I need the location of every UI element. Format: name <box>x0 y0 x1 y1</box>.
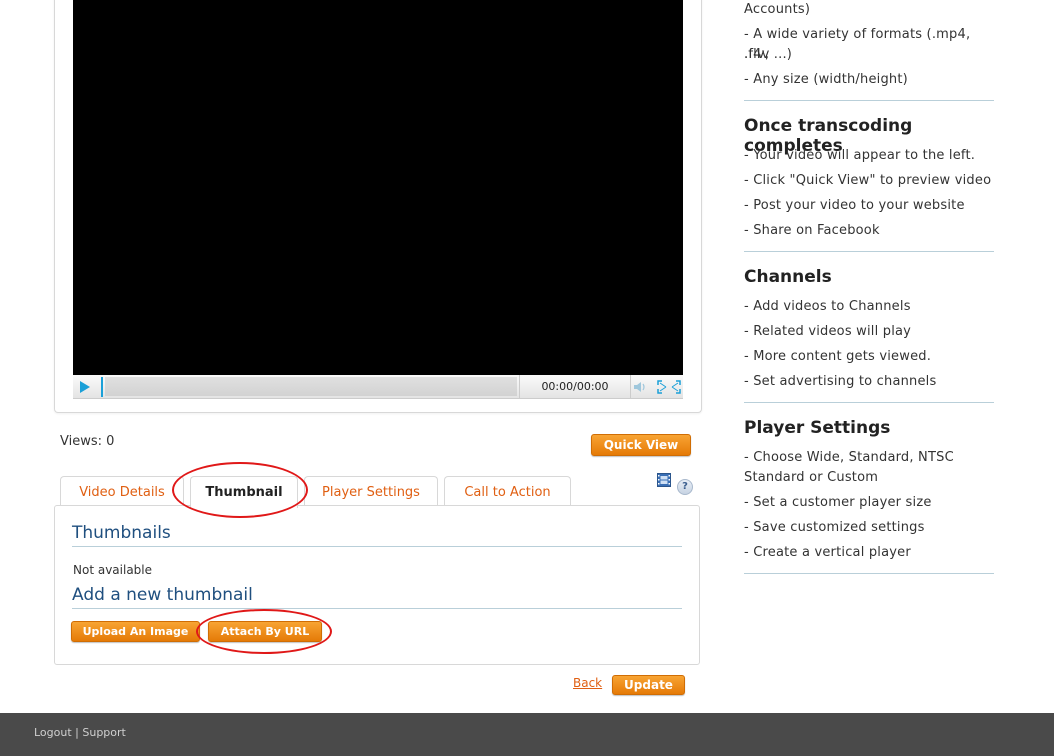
sidebar-text: - Set advertising to channels <box>744 374 937 389</box>
tab-video-details[interactable]: Video Details <box>60 476 184 507</box>
divider <box>744 251 994 252</box>
sidebar-text: - More content gets viewed. <box>744 349 932 364</box>
film-icon[interactable] <box>657 473 671 487</box>
view-count: Views: 0 <box>60 434 115 449</box>
sidebar-text: - Share on Facebook <box>744 223 880 238</box>
add-thumbnail-heading: Add a new thumbnail <box>72 585 682 609</box>
sidebar-text: - Related videos will play <box>744 324 912 339</box>
volume-icon[interactable] <box>633 380 647 394</box>
quick-view-button[interactable]: Quick View <box>591 434 691 456</box>
player-controls: 00:00/00:00 <box>73 375 683 399</box>
tab-player-settings[interactable]: Player Settings <box>304 476 438 507</box>
help-icon[interactable]: ? <box>677 479 693 495</box>
play-icon[interactable] <box>80 381 90 393</box>
sidebar-text: Standard or Custom <box>744 470 879 485</box>
tab-call-to-action[interactable]: Call to Action <box>444 476 571 507</box>
support-link[interactable]: Support <box>82 726 125 739</box>
sidebar-text: - Any size (width/height) <box>744 72 908 87</box>
playhead[interactable] <box>101 377 103 397</box>
video-screen[interactable] <box>73 0 683 375</box>
sidebar-text: - Post your video to your website <box>744 198 965 213</box>
divider <box>744 402 994 403</box>
upload-image-button[interactable]: Upload An Image <box>71 621 200 642</box>
footer-links: Logout | Support <box>34 726 126 739</box>
sidebar-text: - Create a vertical player <box>744 545 911 560</box>
attach-by-url-button[interactable]: Attach By URL <box>208 621 322 642</box>
sidebar-text: - Choose Wide, Standard, NTSC <box>744 450 954 465</box>
thumbnail-status: Not available <box>73 563 153 577</box>
footer-separator: | <box>71 726 83 739</box>
video-player-frame: 00:00/00:00 <box>54 0 702 413</box>
sidebar-text: .f4v ...) <box>744 47 793 62</box>
section-heading: Player Settings <box>744 418 891 438</box>
footer: Logout | Support <box>0 713 1054 756</box>
update-button[interactable]: Update <box>612 675 685 695</box>
thumbnails-heading: Thumbnails <box>72 523 682 547</box>
sidebar-text: - Your video will appear to the left. <box>744 148 976 163</box>
divider <box>744 100 994 101</box>
divider <box>744 573 994 574</box>
seek-bar[interactable] <box>105 377 517 396</box>
section-heading: Channels <box>744 267 832 287</box>
logout-link[interactable]: Logout <box>34 726 72 739</box>
time-display: 00:00/00:00 <box>519 375 631 398</box>
fullscreen-icon[interactable] <box>657 380 681 394</box>
tab-thumbnail[interactable]: Thumbnail <box>190 476 298 508</box>
back-link[interactable]: Back <box>573 676 602 690</box>
sidebar-text: - Add videos to Channels <box>744 299 911 314</box>
sidebar-text: - Set a customer player size <box>744 495 932 510</box>
sidebar-text: - Click "Quick View" to preview video <box>744 173 992 188</box>
sidebar-text: Accounts) <box>744 2 811 17</box>
sidebar-text: - Save customized settings <box>744 520 925 535</box>
